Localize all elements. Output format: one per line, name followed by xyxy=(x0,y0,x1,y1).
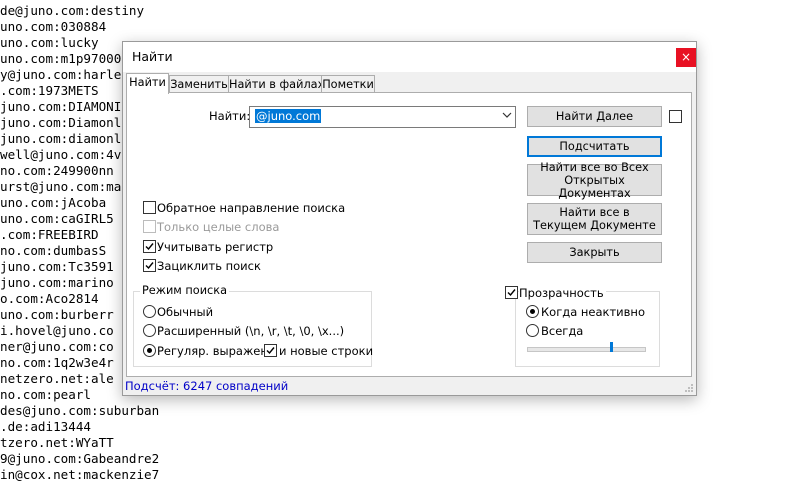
find-all-open-docs-button[interactable]: Найти все во Всех Открытых Документах xyxy=(527,160,662,200)
regex-newlines-label: и новые строки xyxy=(279,344,374,358)
find-all-current-doc-button[interactable]: Найти все в Текущем Документе xyxy=(527,203,662,235)
editor-line: tzero.net:WYaTT xyxy=(0,435,114,450)
match-case-checkbox[interactable] xyxy=(143,240,156,253)
checkmark-icon xyxy=(145,243,154,251)
search-mode-title: Режим поиска xyxy=(140,284,229,297)
editor-line: no.com:pearl xyxy=(0,387,91,402)
checkmark-icon xyxy=(145,262,154,270)
transparency-always-radio[interactable] xyxy=(526,324,539,337)
editor-line: juno.com:diamonl xyxy=(0,131,122,146)
transparency-checkbox[interactable] xyxy=(505,286,518,299)
editor-line: y@juno.com:harle xyxy=(0,67,122,82)
editor-line: .com:FREEBIRD xyxy=(0,227,99,242)
backward-label: Обратное направление поиска xyxy=(157,201,346,215)
editor-line: uno.com:burberr xyxy=(0,307,114,322)
find-all-current-line2: Текущем Документе xyxy=(533,219,656,232)
find-next-button[interactable]: Найти Далее xyxy=(527,106,662,127)
editor-line: well@juno.com:4v xyxy=(0,147,122,162)
editor-line: des@juno.com:suburban xyxy=(0,403,160,418)
find-label: Найти: xyxy=(209,109,251,123)
find-all-current-line1: Найти все в xyxy=(559,206,630,219)
editor-line: uno.com:caGIRL5 xyxy=(0,211,114,226)
editor-line: .de:adi13444 xyxy=(0,419,91,434)
title-bar[interactable]: Найти × xyxy=(123,42,696,72)
editor-line: no.com:1q2w3e4r xyxy=(0,355,114,370)
editor-line: juno.com:Diamonl xyxy=(0,115,122,130)
editor-line: no.com:dumbasS xyxy=(0,243,107,258)
editor-line: juno.com:marino xyxy=(0,275,114,290)
tab-replace[interactable]: Заменить xyxy=(169,75,229,93)
regex-newlines-checkbox[interactable] xyxy=(264,344,277,357)
dialog-title: Найти xyxy=(132,49,173,64)
editor-line: netzero.net:ale xyxy=(0,371,114,386)
editor-line: uno.com:030884 xyxy=(0,19,107,34)
transparency-always-label: Всегда xyxy=(541,324,584,338)
tab-find[interactable]: Найти xyxy=(126,73,169,94)
editor-line: uno.com:jAcoba xyxy=(0,195,107,210)
status-message: Подсчёт: 6247 совпадений xyxy=(125,379,289,393)
mode-extended-radio[interactable] xyxy=(143,324,156,337)
editor-line: juno.com:DIAMONI xyxy=(0,99,122,114)
transparency-label: Прозрачность xyxy=(519,286,606,300)
find-next-extra-checkbox[interactable] xyxy=(669,110,682,123)
editor-line: in@cox.net:mackenzie7 xyxy=(0,467,160,482)
find-dialog: Найти × Найти Заменить Найти в файлах По… xyxy=(122,41,697,396)
editor-line: .com:1973METS xyxy=(0,83,99,98)
tab-marks[interactable]: Пометки xyxy=(321,75,375,93)
find-all-open-line1: Найти все во Всех xyxy=(540,160,649,174)
editor-line: juno.com:Tc3591 xyxy=(0,259,114,274)
wrap-around-label: Зациклить поиск xyxy=(157,259,261,273)
chevron-down-icon[interactable] xyxy=(502,110,512,120)
checkmark-icon xyxy=(266,347,275,355)
radio-selected-dot xyxy=(530,309,535,314)
whole-word-checkbox[interactable] xyxy=(143,220,156,233)
mode-extended-label: Расширенный (\n, \r, \t, \0, \x...) xyxy=(157,324,345,338)
editor-line: o.com:Aco2814 xyxy=(0,291,99,306)
editor-line: de@juno.com:destiny xyxy=(0,3,145,18)
editor-line: uno.com:m1p97000 xyxy=(0,51,122,66)
transparency-inactive-radio[interactable] xyxy=(526,305,539,318)
editor-line: 9@juno.com:Gabeandre2 xyxy=(0,451,160,466)
editor-line: urst@juno.com:ma xyxy=(0,179,122,194)
tab-find-in-files[interactable]: Найти в файлах xyxy=(228,75,324,93)
backward-checkbox[interactable] xyxy=(143,201,156,214)
find-all-open-line2: Открытых Документах xyxy=(558,173,631,200)
transparency-inactive-label: Когда неактивно xyxy=(541,305,645,319)
find-what-combobox[interactable]: @juno.com xyxy=(249,106,516,128)
editor-line: uno.com:lucky xyxy=(0,35,99,50)
transparency-slider-thumb[interactable] xyxy=(610,342,613,352)
mode-regex-label: Регуляр. выражен. xyxy=(157,344,272,358)
editor-line: i.hovel@juno.co xyxy=(0,323,114,338)
checkmark-icon xyxy=(507,289,516,297)
find-what-value[interactable]: @juno.com xyxy=(255,109,322,123)
radio-selected-dot xyxy=(147,348,152,353)
wrap-around-checkbox[interactable] xyxy=(143,259,156,272)
editor-line: ner@juno.com:co xyxy=(0,339,114,354)
transparency-slider-track[interactable] xyxy=(527,347,646,352)
match-case-label: Учитывать регистр xyxy=(157,240,274,254)
whole-word-label: Только целые слова xyxy=(157,220,280,234)
mode-normal-radio[interactable] xyxy=(143,305,156,318)
count-button[interactable]: Подсчитать xyxy=(527,136,662,157)
editor-line: no.com:249900nn xyxy=(0,163,114,178)
close-button[interactable]: Закрыть xyxy=(527,242,662,263)
close-icon[interactable]: × xyxy=(676,48,696,67)
mode-normal-label: Обычный xyxy=(157,305,214,319)
mode-regex-radio[interactable] xyxy=(143,344,156,357)
resize-grip-icon[interactable] xyxy=(684,383,694,393)
